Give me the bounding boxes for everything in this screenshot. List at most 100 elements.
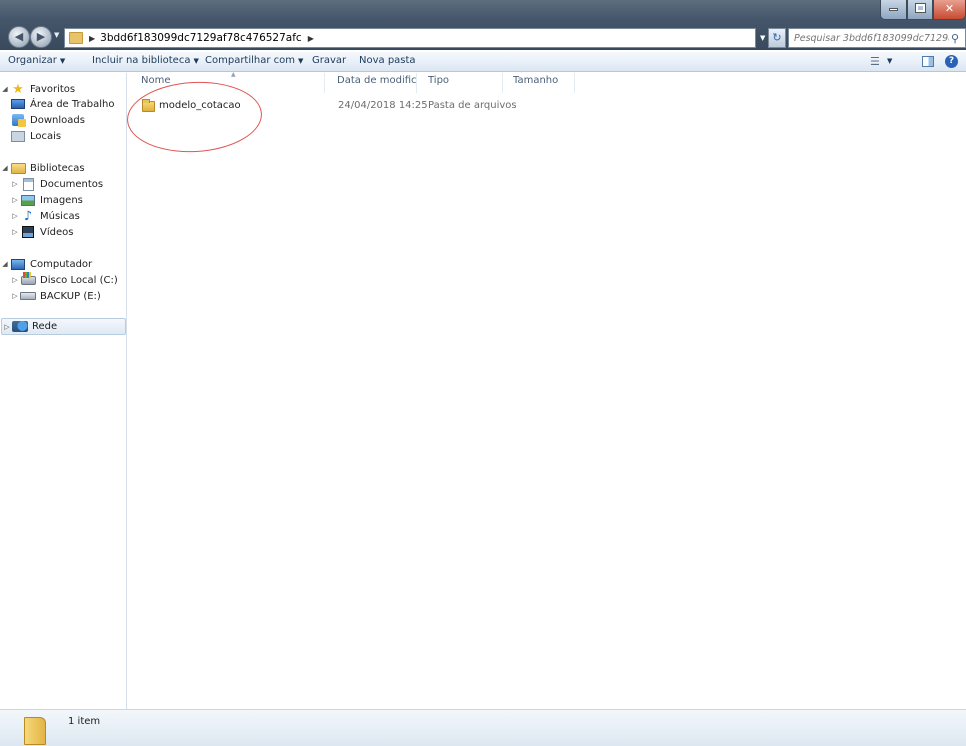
collapsed-arrow-icon[interactable]: ▷ bbox=[10, 212, 20, 220]
nav-favorites-label: Favoritos bbox=[30, 83, 76, 95]
share-with-menu[interactable]: Compartilhar com ▼ bbox=[205, 55, 303, 66]
nav-computer-label: Computador bbox=[30, 258, 93, 270]
search-box[interactable]: ⚲ bbox=[788, 28, 966, 48]
search-input[interactable] bbox=[789, 29, 949, 47]
preview-pane-icon[interactable] bbox=[922, 56, 934, 67]
nav-item-label: Imagens bbox=[40, 194, 83, 206]
collapsed-arrow-icon[interactable]: ▷ bbox=[10, 180, 20, 188]
details-pane: 1 item bbox=[0, 709, 966, 746]
command-bar: Organizar ▼ Incluir na biblioteca ▼ Compar… bbox=[0, 52, 966, 72]
nav-libraries-label: Bibliotecas bbox=[30, 162, 85, 174]
collapsed-arrow-icon[interactable]: ▷ bbox=[2, 323, 12, 331]
recent-pages-dropdown-icon[interactable]: ▼ bbox=[54, 31, 59, 39]
column-header-date-modified[interactable]: Data de modificaç... bbox=[325, 73, 417, 93]
close-icon: ✕ bbox=[944, 2, 955, 15]
column-headers: Nome ▲ Data de modificaç... Tipo Tamanho bbox=[128, 71, 966, 93]
maximize-icon bbox=[914, 3, 926, 13]
nav-item-label: Documentos bbox=[40, 178, 104, 190]
include-library-label: Incluir na biblioteca bbox=[92, 55, 191, 66]
minimize-button[interactable] bbox=[880, 0, 907, 20]
collapsed-arrow-icon[interactable]: ▷ bbox=[10, 196, 20, 204]
nav-item-desktop[interactable]: Área de Trabalho bbox=[10, 96, 137, 112]
chevron-down-icon: ▼ bbox=[193, 57, 199, 65]
file-name: modelo_cotacao bbox=[159, 100, 241, 111]
back-button[interactable]: ◀ bbox=[8, 26, 30, 48]
title-bar: ◀ ▶ ▼ ▶ 3bdd6f183099dc7129af78c476527afc… bbox=[0, 0, 966, 50]
breadcrumb-current-folder[interactable]: 3bdd6f183099dc7129af78c476527afc bbox=[100, 32, 302, 44]
search-icon[interactable]: ⚲ bbox=[951, 32, 959, 45]
nav-item-videos[interactable]: ▷ Vídeos bbox=[10, 224, 137, 240]
folder-icon bbox=[24, 717, 46, 745]
libraries-icon bbox=[10, 162, 26, 175]
videos-icon bbox=[20, 226, 36, 239]
nav-item-documents[interactable]: ▷ Documentos bbox=[10, 176, 137, 192]
computer-icon bbox=[10, 258, 26, 271]
nav-item-locais[interactable]: Locais bbox=[10, 128, 137, 144]
collapsed-arrow-icon[interactable]: ▷ bbox=[10, 276, 20, 284]
chevron-down-icon: ▼ bbox=[298, 57, 304, 65]
collapsed-arrow-icon[interactable]: ▷ bbox=[10, 292, 20, 300]
column-header-name[interactable]: Nome bbox=[128, 73, 325, 93]
address-history-dropdown-icon[interactable]: ▼ bbox=[760, 34, 765, 42]
downloads-icon bbox=[10, 114, 26, 127]
nav-item-label: Disco Local (C:) bbox=[40, 274, 118, 286]
share-with-label: Compartilhar com bbox=[205, 55, 296, 66]
pictures-icon bbox=[20, 194, 36, 207]
organize-label: Organizar bbox=[8, 55, 57, 66]
star-icon: ★ bbox=[12, 81, 24, 97]
column-header-size[interactable]: Tamanho bbox=[503, 73, 575, 93]
maximize-button[interactable] bbox=[907, 0, 933, 20]
file-type: Pasta de arquivos bbox=[428, 100, 517, 111]
chevron-down-icon: ▼ bbox=[59, 57, 66, 65]
close-button[interactable]: ✕ bbox=[933, 0, 966, 20]
include-in-library-menu[interactable]: Incluir na biblioteca ▼ bbox=[92, 55, 199, 66]
new-folder-button[interactable]: Nova pasta bbox=[359, 55, 416, 66]
nav-item-label: Downloads bbox=[30, 114, 85, 126]
nav-item-backup-drive[interactable]: ▷ BACKUP (E:) bbox=[10, 288, 137, 304]
local-disk-icon bbox=[20, 271, 36, 287]
address-bar[interactable]: ▶ 3bdd6f183099dc7129af78c476527afc ▶ bbox=[64, 28, 756, 48]
recent-places-icon bbox=[10, 130, 26, 143]
forward-button[interactable]: ▶ bbox=[30, 26, 52, 48]
back-arrow-icon: ◀ bbox=[14, 30, 24, 43]
breadcrumb-separator-icon[interactable]: ▶ bbox=[89, 34, 95, 43]
nav-item-local-disk[interactable]: ▷ Disco Local (C:) bbox=[10, 271, 137, 288]
view-options-dropdown-icon[interactable]: ▼ bbox=[887, 57, 892, 65]
burn-button[interactable]: Gravar bbox=[312, 55, 346, 66]
nav-item-label: Músicas bbox=[40, 210, 80, 222]
expanded-arrow-icon[interactable]: ◢ bbox=[0, 260, 10, 268]
file-date-modified: 24/04/2018 14:25 bbox=[338, 100, 428, 111]
file-row[interactable]: modelo_cotacao 24/04/2018 14:25 Pasta de… bbox=[128, 97, 575, 115]
nav-item-images[interactable]: ▷ Imagens bbox=[10, 192, 137, 208]
nav-item-label: Locais bbox=[30, 130, 62, 142]
folder-icon bbox=[69, 32, 83, 44]
nav-computer[interactable]: ◢ Computador bbox=[0, 256, 127, 272]
refresh-button[interactable]: ↻ bbox=[768, 28, 786, 48]
nav-item-label: BACKUP (E:) bbox=[40, 290, 101, 302]
sort-ascending-icon: ▲ bbox=[231, 71, 236, 78]
refresh-icon: ↻ bbox=[772, 31, 782, 44]
nav-item-downloads[interactable]: Downloads bbox=[10, 112, 137, 128]
change-view-icon[interactable]: ☰ bbox=[870, 55, 880, 68]
column-header-type[interactable]: Tipo bbox=[417, 73, 503, 93]
breadcrumb-separator-icon[interactable]: ▶ bbox=[308, 34, 314, 43]
organize-menu[interactable]: Organizar ▼ bbox=[8, 55, 65, 66]
forward-arrow-icon: ▶ bbox=[36, 30, 46, 43]
expanded-arrow-icon[interactable]: ◢ bbox=[0, 164, 10, 172]
file-list: modelo_cotacao 24/04/2018 14:25 Pasta de… bbox=[128, 94, 966, 708]
expanded-arrow-icon[interactable]: ◢ bbox=[0, 85, 10, 93]
music-icon: ♪ bbox=[23, 208, 33, 224]
nav-network[interactable]: ▷ Rede bbox=[1, 318, 126, 335]
item-count: 1 item bbox=[68, 716, 101, 727]
nav-item-music[interactable]: ▷ ♪ Músicas bbox=[10, 208, 137, 224]
collapsed-arrow-icon[interactable]: ▷ bbox=[10, 228, 20, 236]
minimize-icon bbox=[889, 8, 898, 11]
nav-libraries[interactable]: ◢ Bibliotecas bbox=[0, 160, 127, 176]
folder-icon bbox=[142, 99, 155, 112]
nav-network-label: Rede bbox=[32, 321, 58, 332]
network-icon bbox=[12, 320, 28, 333]
nav-item-label: Área de Trabalho bbox=[30, 98, 115, 110]
nav-favorites[interactable]: ◢ ★ Favoritos bbox=[0, 81, 127, 97]
help-icon[interactable]: ? bbox=[945, 55, 958, 68]
removable-drive-icon bbox=[20, 290, 36, 303]
